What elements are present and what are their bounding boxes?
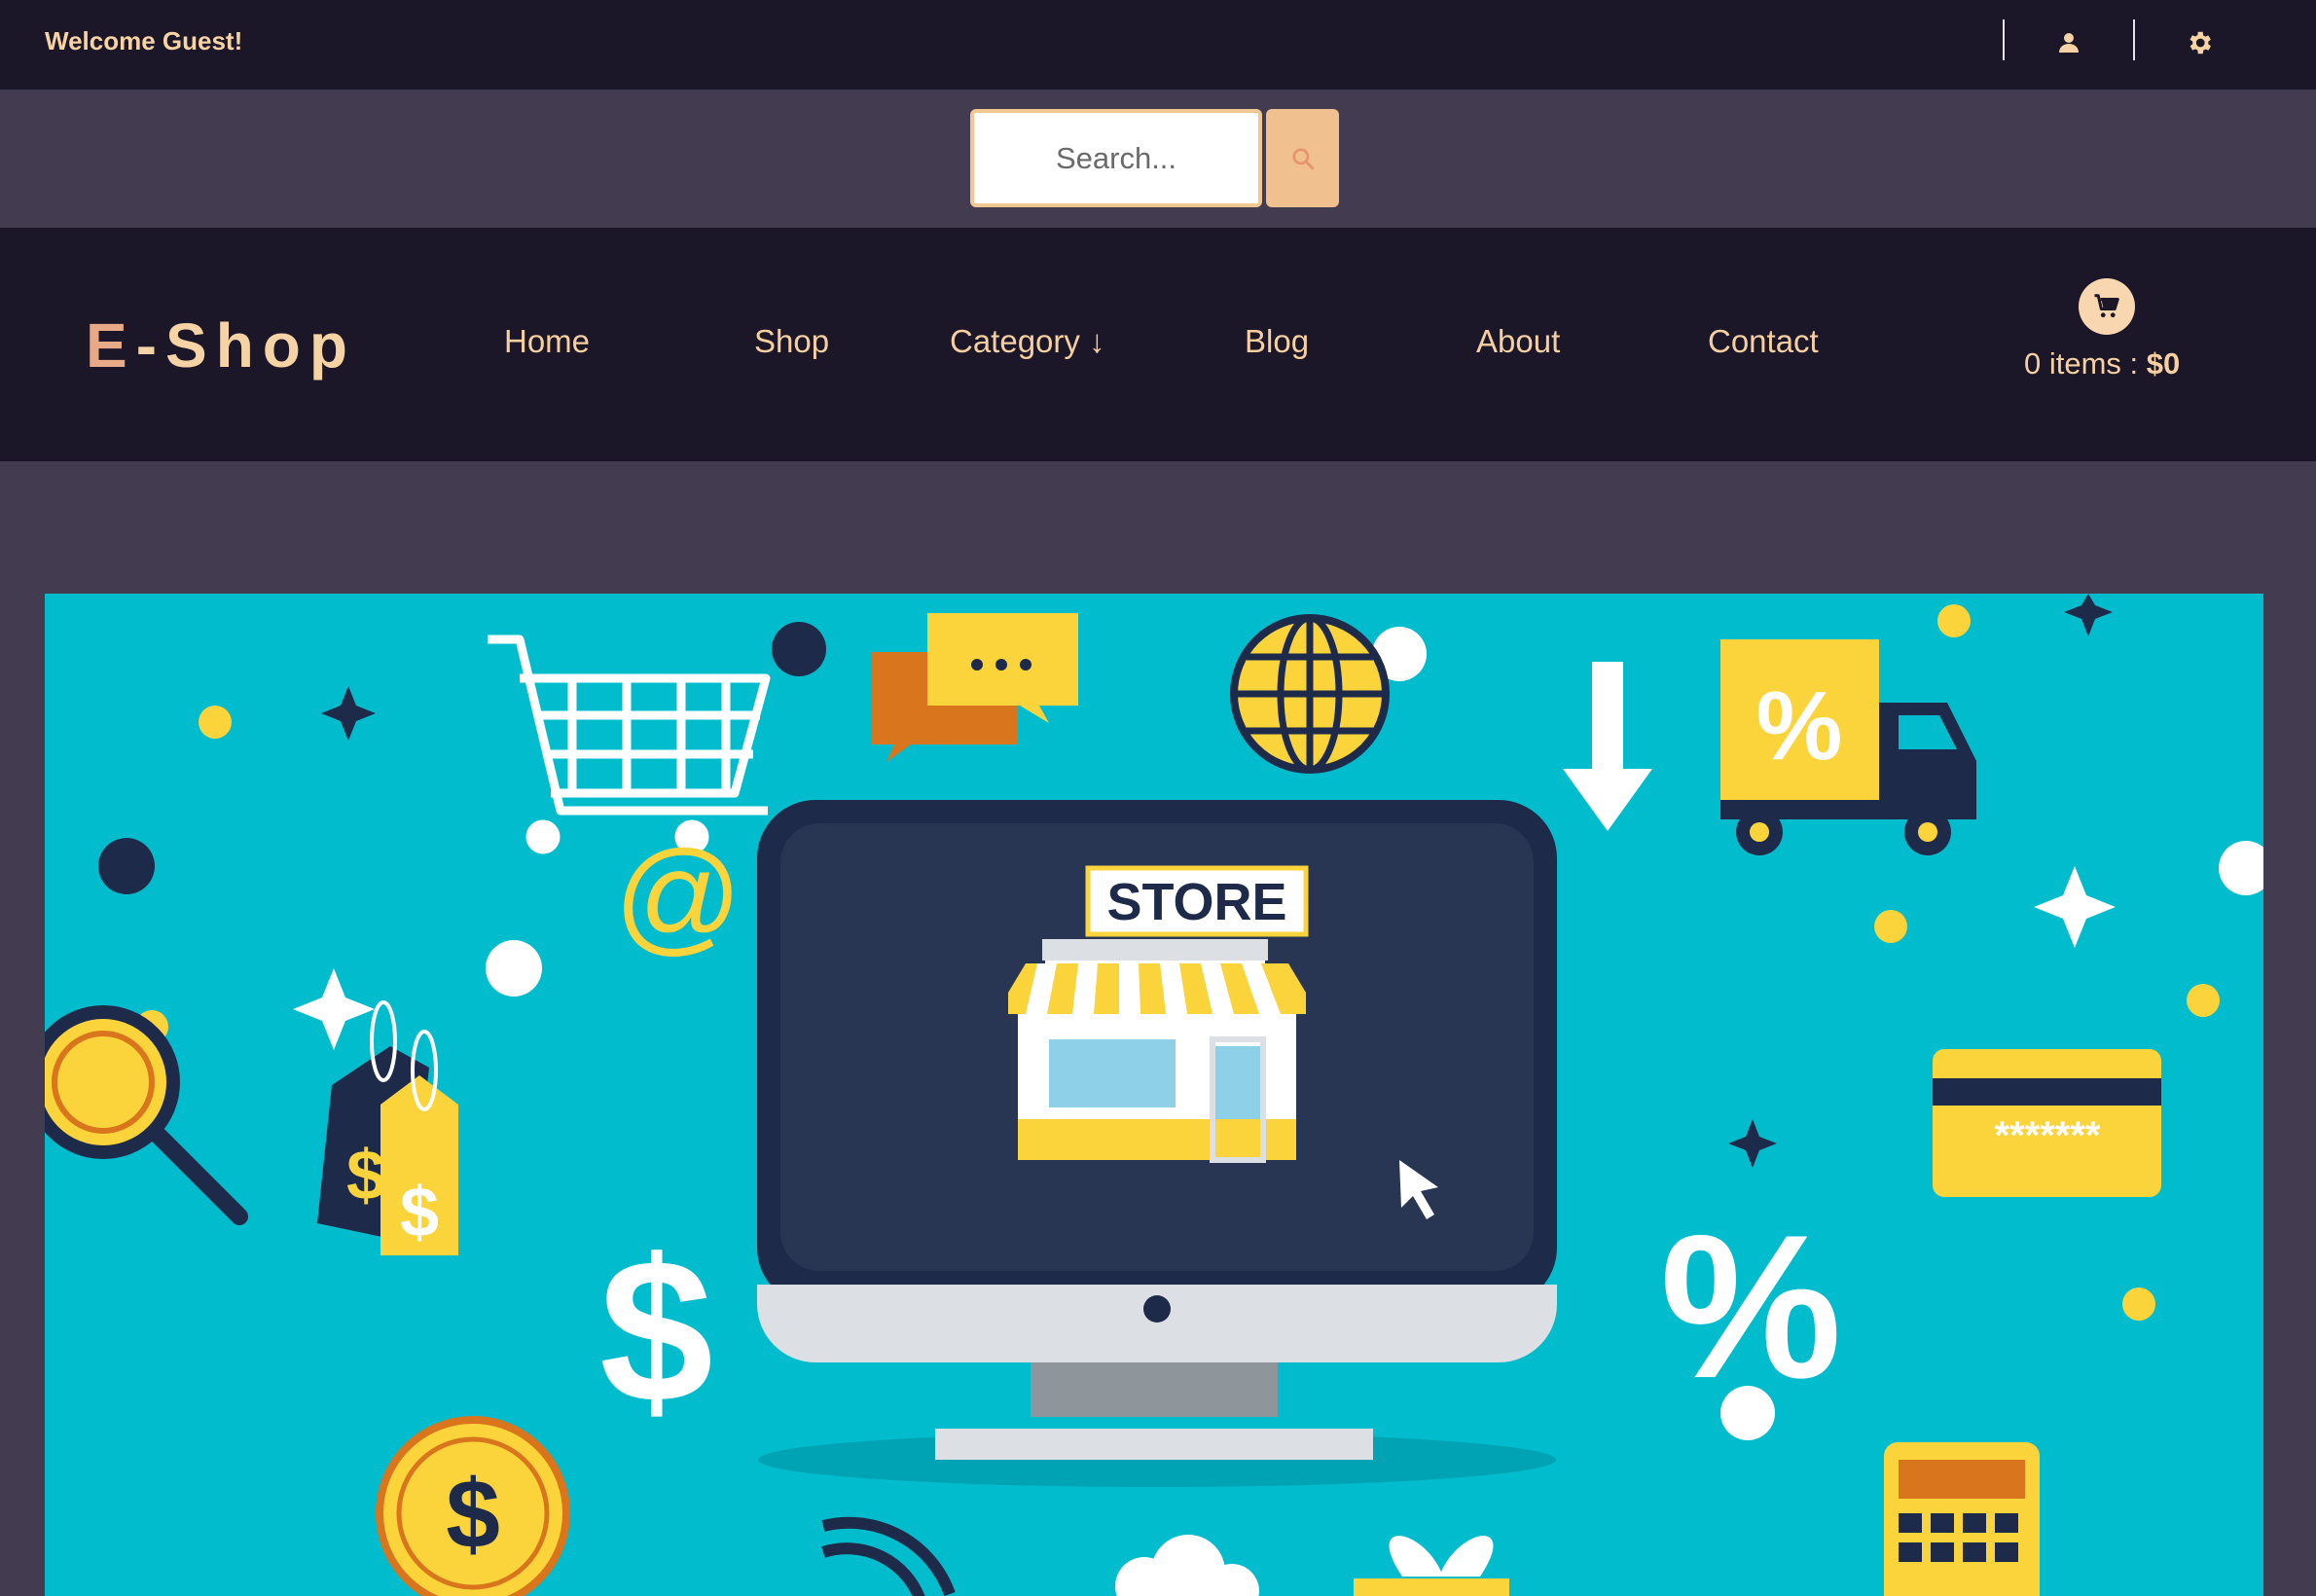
nav-home[interactable]: Home	[504, 323, 590, 360]
cart-items-count: 0 items :	[2024, 346, 2147, 381]
cloud-icon	[1115, 1535, 1259, 1596]
gift-icon	[1354, 1536, 1509, 1596]
cart-button[interactable]	[2079, 278, 2135, 335]
search-input[interactable]	[970, 109, 1262, 207]
svg-text:$: $	[446, 1460, 500, 1569]
delivery-truck-icon: %	[1720, 639, 1976, 855]
price-tag-icon: $ $	[317, 1000, 458, 1255]
magnifier-icon	[45, 1005, 248, 1225]
welcome-message: Welcome Guest!	[45, 26, 243, 55]
store-sign: STORE	[1106, 873, 1286, 931]
nav-about[interactable]: About	[1476, 323, 1560, 360]
nav-blog[interactable]: Blog	[1245, 323, 1309, 360]
download-arrow-icon	[1563, 662, 1652, 831]
site-logo[interactable]: E-Shop	[86, 309, 356, 381]
credit-card-icon: *******	[1933, 1049, 2161, 1197]
nav-category-dropdown[interactable]: Category ↓	[950, 323, 1105, 360]
search-button[interactable]	[1266, 109, 1339, 207]
at-sign-icon: @	[614, 824, 742, 966]
nav-contact[interactable]: Contact	[1708, 323, 1819, 360]
wifi-icon	[821, 1516, 956, 1596]
user-icon[interactable]	[2049, 23, 2088, 62]
top-bar: Welcome Guest!	[0, 0, 2316, 90]
chat-bubble-icon	[872, 613, 1078, 762]
globe-icon	[1230, 614, 1390, 774]
svg-text:*******: *******	[1995, 1114, 2101, 1157]
search-bar	[0, 90, 2316, 228]
monitor-store-illustration: STORE	[757, 800, 1557, 1487]
dollar-sign-icon: $	[599, 1216, 713, 1445]
shopping-cart-icon	[488, 635, 771, 854]
calculator-icon	[1884, 1442, 2040, 1596]
main-navbar: E-Shop Home Shop Category ↓ Blog About C…	[0, 228, 2316, 461]
divider	[2133, 19, 2135, 60]
nav-shop[interactable]: Shop	[754, 323, 829, 360]
coin-icon: $	[376, 1416, 570, 1596]
svg-text:$: $	[346, 1137, 385, 1215]
cart-icon	[2094, 294, 2119, 318]
cart-total: $0	[2146, 346, 2181, 381]
svg-text:$: $	[400, 1174, 439, 1251]
cart-summary[interactable]: 0 items : $0	[2024, 346, 2180, 381]
percent-icon: %	[1660, 1192, 1842, 1421]
hero-banner: % @ $ $ $ $ STORE ******* %	[45, 594, 2263, 1596]
gear-icon[interactable]	[2180, 23, 2219, 62]
truck-percent-label: %	[1756, 671, 1843, 780]
search-icon	[1291, 147, 1314, 169]
divider	[2003, 19, 2005, 60]
